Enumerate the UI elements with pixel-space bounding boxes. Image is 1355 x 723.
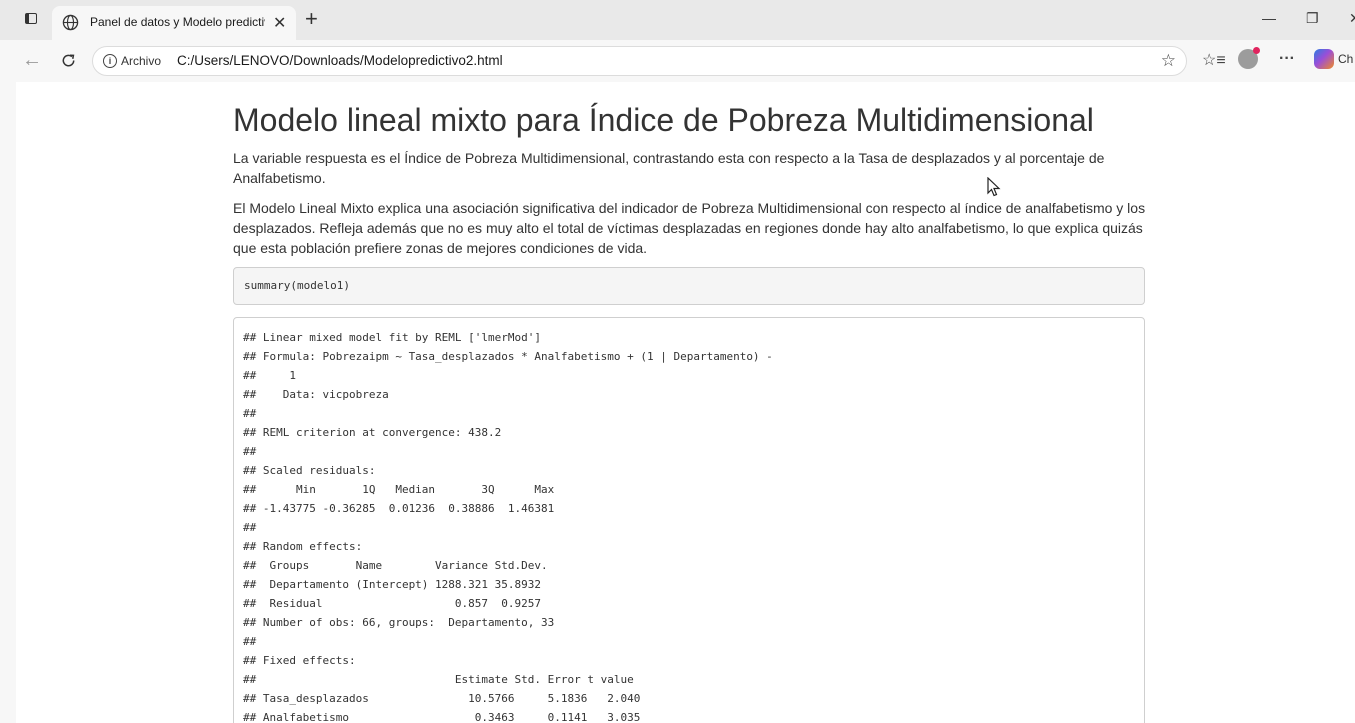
reload-icon[interactable] <box>60 52 77 69</box>
output-line: ## Estimate Std. Error t value <box>243 673 634 686</box>
close-tab-icon[interactable]: ✕ <box>273 13 286 33</box>
output-line: ## <box>243 521 257 534</box>
protocol-label: Archivo <box>121 54 162 68</box>
copilot-icon[interactable] <box>1314 49 1334 69</box>
profile-avatar[interactable] <box>1238 47 1260 69</box>
address-bar[interactable]: i Archivo C:/Users/LENOVO/Downloads/Mode… <box>92 46 1187 76</box>
back-icon[interactable]: ← <box>22 49 42 72</box>
paragraph-model-explanation: El Modelo Lineal Mixto explica una asoci… <box>233 200 1146 256</box>
browser-toolbar: ← i Archivo C:/Users/LENOVO/Downloads/Mo… <box>0 40 1355 82</box>
notification-dot <box>1253 47 1260 54</box>
output-line: ## Data: vicpobreza <box>243 388 389 401</box>
globe-icon <box>62 14 79 31</box>
info-icon[interactable]: i <box>103 54 117 68</box>
mouse-cursor-icon <box>987 177 1001 197</box>
tab-strip: Panel de datos y Modelo predictivo ✕ + —… <box>0 0 1355 40</box>
tab-title: Panel de datos y Modelo predictivo <box>90 15 265 29</box>
favorites-icon[interactable]: ☆≡ <box>1202 50 1226 70</box>
output-line: ## Formula: Pobrezaipm ~ Tasa_desplazado… <box>243 350 773 363</box>
output-line: ## Min 1Q Median 3Q Max <box>243 483 555 496</box>
close-window-icon[interactable]: ✕ <box>1349 10 1355 27</box>
output-line: ## -1.43775 -0.36285 0.01236 0.38886 1.4… <box>243 502 555 515</box>
output-line: ## Tasa_desplazados 10.5766 5.1836 2.040 <box>243 692 641 705</box>
copilot-label[interactable]: Ch <box>1338 52 1353 66</box>
output-line: ## Analfabetismo 0.3463 0.1141 3.035 <box>243 711 641 723</box>
output-line: ## <box>243 445 257 458</box>
active-tab[interactable]: Panel de datos y Modelo predictivo ✕ <box>52 6 296 40</box>
code-text: summary(modelo1) <box>244 279 350 292</box>
paragraph-response-variable: La variable respuesta es el Índice de Po… <box>233 150 1105 186</box>
output-line: ## Scaled residuals: <box>243 464 376 477</box>
output-line: ## Groups Name Variance Std.Dev. <box>243 559 548 572</box>
page-title: Modelo lineal mixto para Índice de Pobre… <box>233 102 1094 138</box>
output-line: ## <box>243 635 257 648</box>
more-icon[interactable]: ··· <box>1279 50 1295 68</box>
restore-icon[interactable]: ❐ <box>1306 10 1319 27</box>
output-line: ## Number of obs: 66, groups: Departamen… <box>243 616 555 629</box>
output-line: ## Departamento (Intercept) 1288.321 35.… <box>243 578 542 591</box>
url-text[interactable]: C:/Users/LENOVO/Downloads/Modelopredicti… <box>177 53 503 68</box>
new-tab-button[interactable]: + <box>305 6 318 32</box>
code-block: summary(modelo1) <box>233 267 1145 305</box>
output-line: ## <box>243 407 257 420</box>
output-line: ## Linear mixed model fit by REML ['lmer… <box>243 331 542 344</box>
output-line: ## Random effects: <box>243 540 363 553</box>
output-line: ## Fixed effects: <box>243 654 356 667</box>
output-line: ## REML criterion at convergence: 438.2 <box>243 426 502 439</box>
page-content: Modelo lineal mixto para Índice de Pobre… <box>16 82 1355 723</box>
favorite-star-icon[interactable]: ☆ <box>1161 51 1176 71</box>
tab-actions-icon[interactable] <box>22 10 42 30</box>
output-block: ## Linear mixed model fit by REML ['lmer… <box>233 317 1145 723</box>
output-line: ## 1 <box>243 369 296 382</box>
output-line: ## Residual 0.857 0.9257 <box>243 597 542 610</box>
minimize-icon[interactable]: — <box>1262 10 1276 26</box>
